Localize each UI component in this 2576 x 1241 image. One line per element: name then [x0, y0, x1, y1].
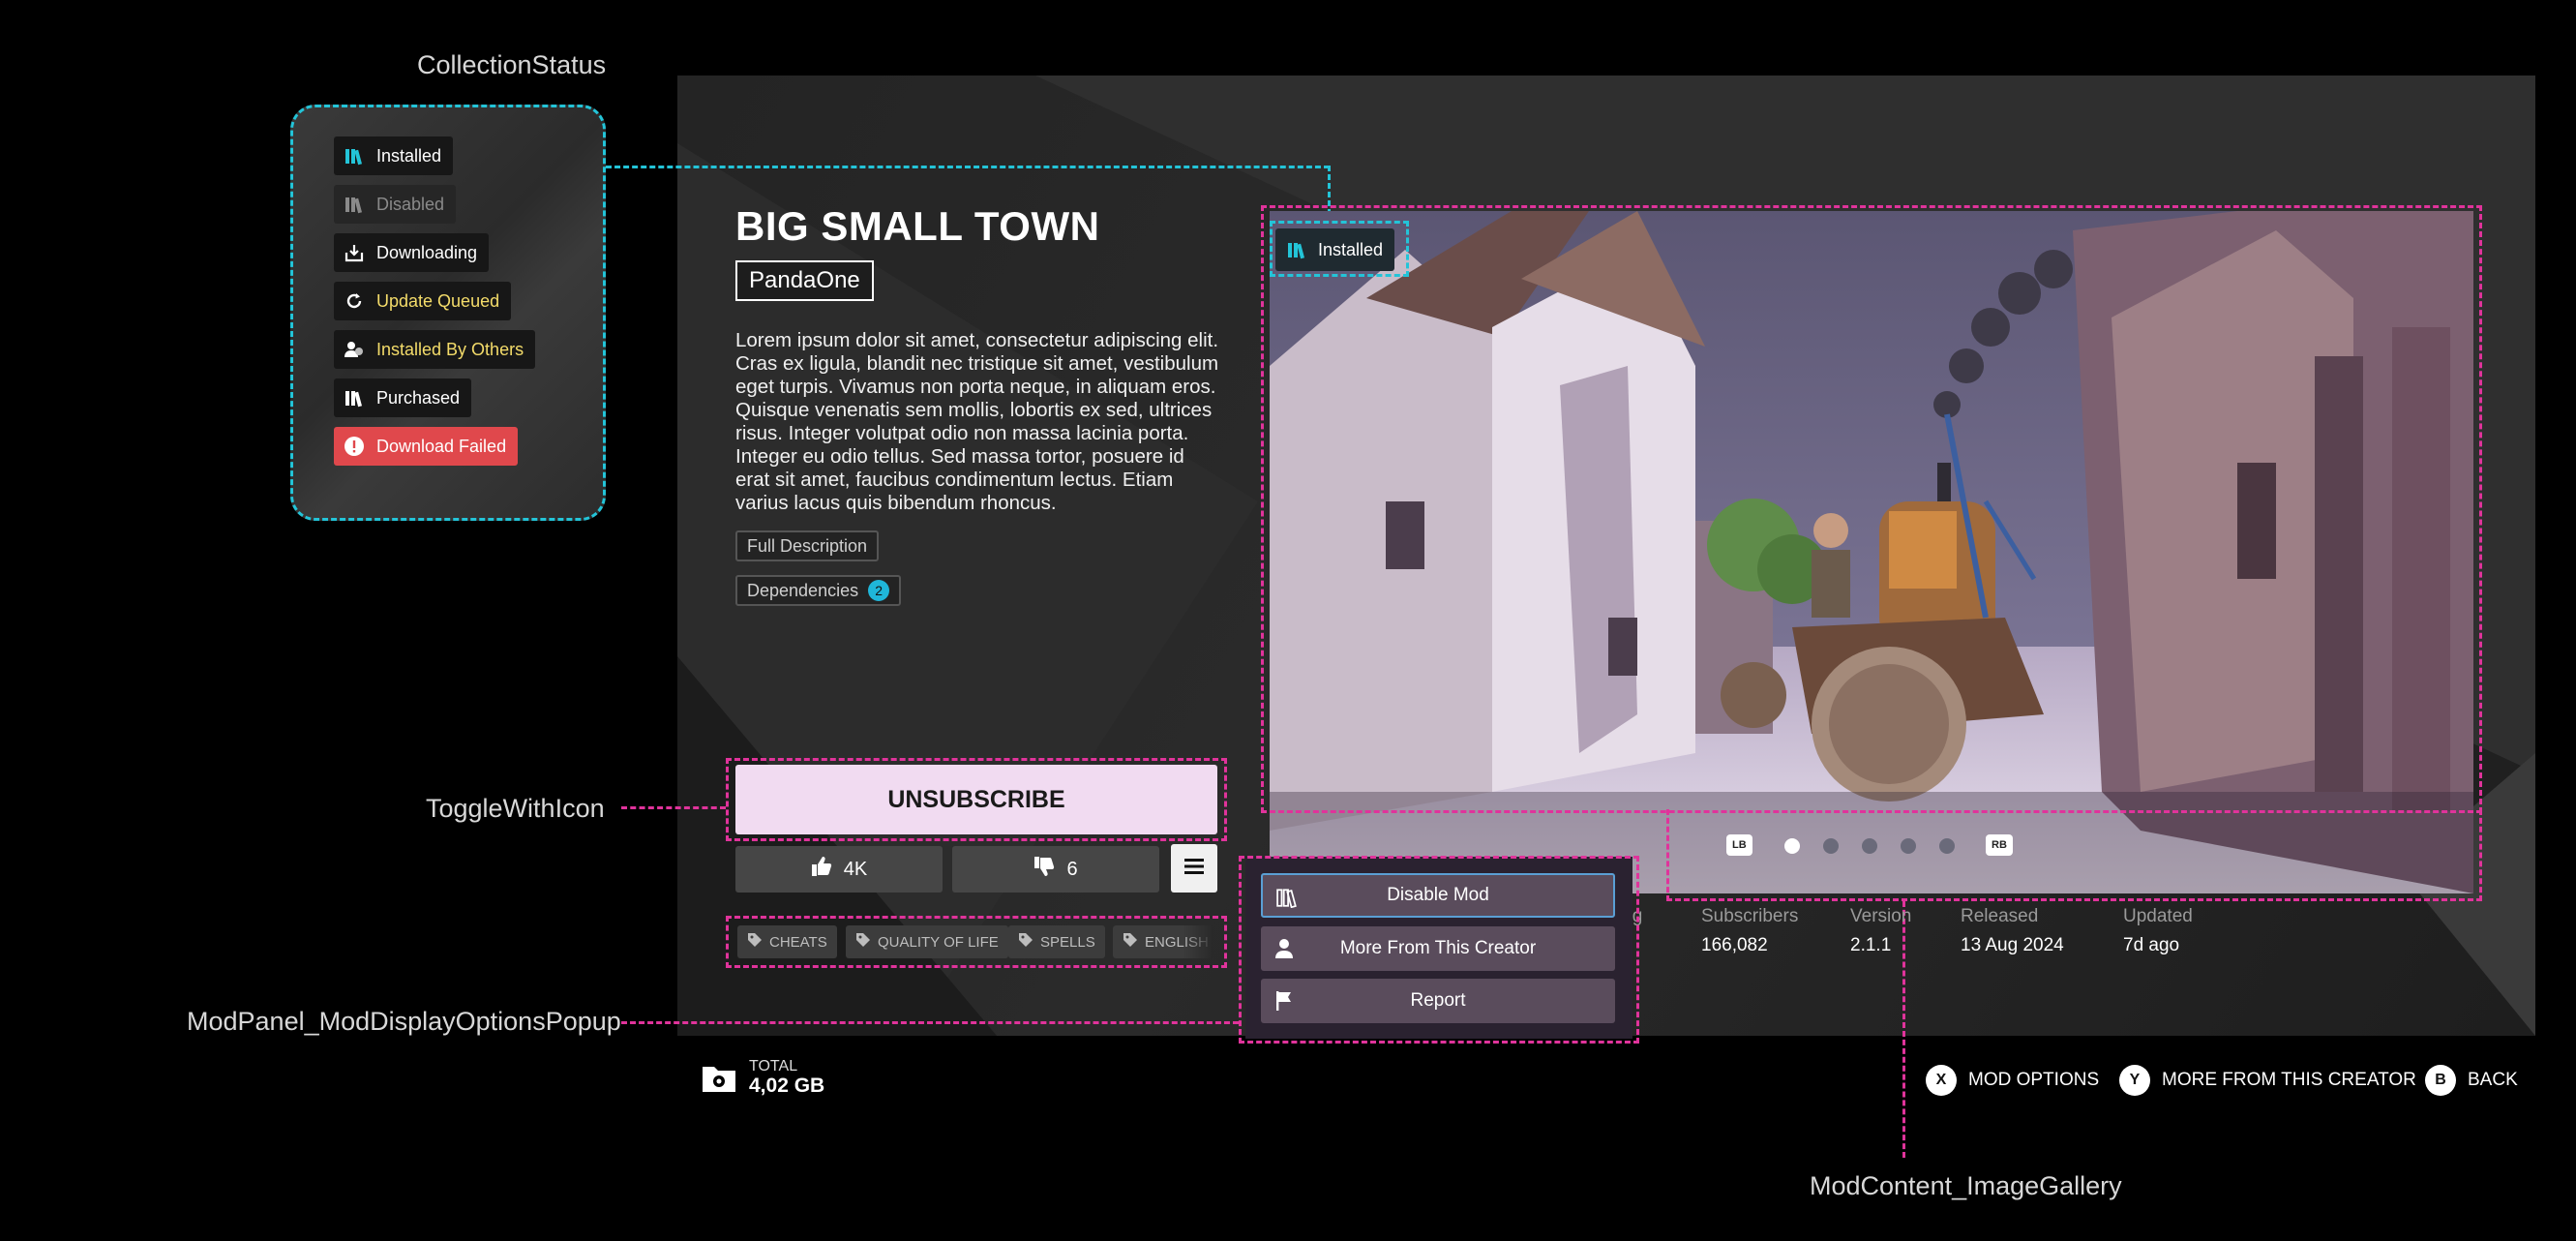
status-chip-label: Downloading: [376, 242, 478, 262]
connector-line: [1902, 901, 1905, 1158]
library-icon: [344, 194, 365, 215]
annotation-options-popup: ModPanel_ModDisplayOptionsPopup: [187, 1007, 621, 1036]
gallery-dot[interactable]: [1901, 838, 1916, 854]
mod-author-button[interactable]: PandaOne: [735, 260, 874, 301]
status-chip-label: Installed By Others: [376, 339, 524, 359]
stat-released-label: Released: [1961, 906, 2039, 926]
annotation-image-gallery: ModContent_ImageGallery: [1810, 1171, 2122, 1200]
dependencies-button[interactable]: Dependencies 2: [735, 575, 902, 606]
library-icon: [344, 145, 365, 166]
status-chip-download-failed: Download Failed: [334, 427, 519, 466]
total-label: TOTAL: [749, 1058, 798, 1075]
image-gallery-outline-bottom: [1666, 809, 2482, 901]
like-button[interactable]: 4K: [735, 846, 943, 893]
y-button-icon: Y: [2119, 1065, 2150, 1096]
stat-updated-label: Updated: [2123, 906, 2193, 926]
alert-icon: [344, 436, 365, 457]
hint-back[interactable]: B BACK: [2425, 1065, 2518, 1096]
gallery-dot[interactable]: [1939, 838, 1955, 854]
status-chip-label: Purchased: [376, 387, 461, 408]
dislike-button[interactable]: 6: [952, 846, 1159, 893]
hint-label: BACK: [2468, 1070, 2518, 1090]
dislike-count: 6: [1066, 858, 1078, 880]
mod-description: Lorem ipsum dolor sit amet, consectetur …: [735, 329, 1219, 514]
full-description-button[interactable]: Full Description: [735, 530, 880, 561]
folder-gear-icon: [701, 1061, 737, 1094]
stat-updated-value: 7d ago: [2123, 935, 2180, 955]
stat-version-value: 2.1.1: [1850, 935, 1892, 955]
gallery-dot[interactable]: [1862, 838, 1877, 854]
options-popup-outline: [1239, 856, 1639, 1044]
library-icon: [344, 387, 365, 409]
gallery-status-outline: [1270, 221, 1409, 277]
status-chip-installed-by-others: Installed By Others: [334, 330, 536, 369]
users-icon: [344, 339, 365, 360]
dependencies-count-badge: 2: [868, 580, 890, 601]
mod-options-menu-button[interactable]: [1171, 844, 1217, 893]
stat-subscribers-label: Subscribers: [1701, 906, 1799, 926]
refresh-icon: [344, 290, 365, 312]
download-icon: [344, 242, 365, 263]
gallery-prev-lb[interactable]: LB: [1726, 834, 1752, 856]
image-gallery-outline-top: [1261, 205, 2482, 813]
tags-row-outline: [726, 916, 1227, 968]
status-chip-downloading: Downloading: [334, 233, 490, 272]
stat-released-value: 13 Aug 2024: [1961, 935, 2064, 955]
hint-mod-options[interactable]: X MOD OPTIONS: [1926, 1065, 2099, 1096]
annotation-toggle-with-icon: ToggleWithIcon: [426, 794, 605, 823]
status-chip-label: Disabled: [376, 194, 445, 214]
status-chip-label: Installed: [376, 145, 442, 166]
thumbs-down-icon: [1033, 856, 1066, 883]
hint-label: MOD OPTIONS: [1968, 1070, 2100, 1090]
gallery-dot[interactable]: [1784, 838, 1800, 854]
hint-more-from-creator[interactable]: Y MORE FROM THIS CREATOR: [2119, 1065, 2416, 1096]
menu-icon: [1183, 857, 1205, 881]
connector-line: [606, 166, 1330, 168]
status-chip-update-queued: Update Queued: [334, 282, 512, 320]
gallery-next-rb[interactable]: RB: [1986, 834, 2013, 856]
status-chip-label: Update Queued: [376, 290, 500, 311]
dependencies-label: Dependencies: [747, 580, 859, 600]
mod-title: BIG SMALL TOWN: [735, 203, 1100, 249]
gallery-dot[interactable]: [1823, 838, 1839, 854]
status-chip-label: Download Failed: [376, 436, 507, 456]
connector-line: [621, 1021, 1239, 1024]
connector-line: [621, 806, 726, 809]
status-chip-disabled: Disabled: [334, 185, 457, 224]
b-button-icon: B: [2425, 1065, 2456, 1096]
annotation-collection-status: CollectionStatus: [417, 50, 607, 79]
total-value: 4,02 GB: [749, 1075, 825, 1097]
hint-label: MORE FROM THIS CREATOR: [2162, 1070, 2416, 1090]
status-chip-installed: Installed: [334, 136, 454, 175]
total-size: TOTAL 4,02 GB: [701, 1058, 824, 1097]
x-button-icon: X: [1926, 1065, 1957, 1096]
status-chip-purchased: Purchased: [334, 378, 472, 417]
stat-subscribers-value: 166,082: [1701, 935, 1768, 955]
thumbs-up-icon: [811, 856, 844, 883]
like-count: 4K: [843, 858, 868, 880]
stat-version-label: Version: [1850, 906, 1912, 926]
toggle-with-icon-outline: [726, 758, 1227, 841]
